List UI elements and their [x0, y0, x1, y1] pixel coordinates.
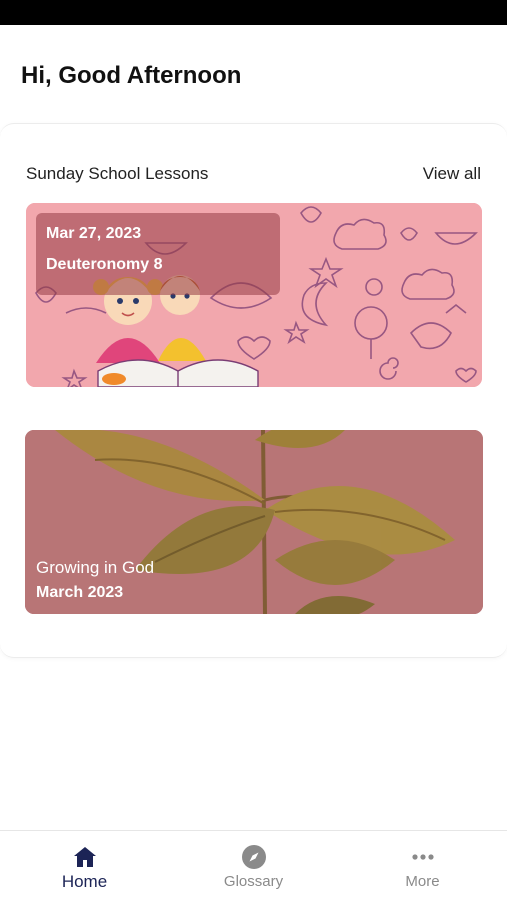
tab-glossary-label: Glossary [223, 873, 284, 890]
series-card[interactable]: Growing in God March 2023 [25, 430, 483, 614]
series-date: March 2023 [36, 584, 124, 601]
lessons-section: Sunday School Lessons View all Mar 27, 2… [0, 123, 507, 658]
status-bar [0, 0, 507, 25]
greeting-title: Hi, Good Afternoon [21, 62, 242, 89]
home-icon [73, 847, 96, 867]
tab-more[interactable]: More [338, 831, 507, 901]
tab-home-label: Home [61, 872, 108, 891]
bottom-tab-bar: Home Glossary More [0, 830, 507, 900]
tab-home[interactable]: Home [0, 831, 169, 901]
lesson-date: Mar 27, 2023 [46, 225, 142, 242]
section-title: Sunday School Lessons [26, 164, 209, 183]
tab-glossary[interactable]: Glossary [169, 831, 338, 901]
lesson-card[interactable]: Mar 27, 2023 Deuteronomy 8 [26, 203, 482, 387]
series-title: Growing in God [36, 558, 155, 577]
tab-more-label: More [405, 873, 440, 890]
more-dots-icon [411, 854, 434, 860]
lesson-reference: Deuteronomy 8 [46, 256, 163, 273]
view-all-link[interactable]: View all [423, 164, 481, 184]
lesson-info-overlay: Mar 27, 2023 Deuteronomy 8 [36, 213, 280, 295]
compass-icon [241, 845, 266, 869]
